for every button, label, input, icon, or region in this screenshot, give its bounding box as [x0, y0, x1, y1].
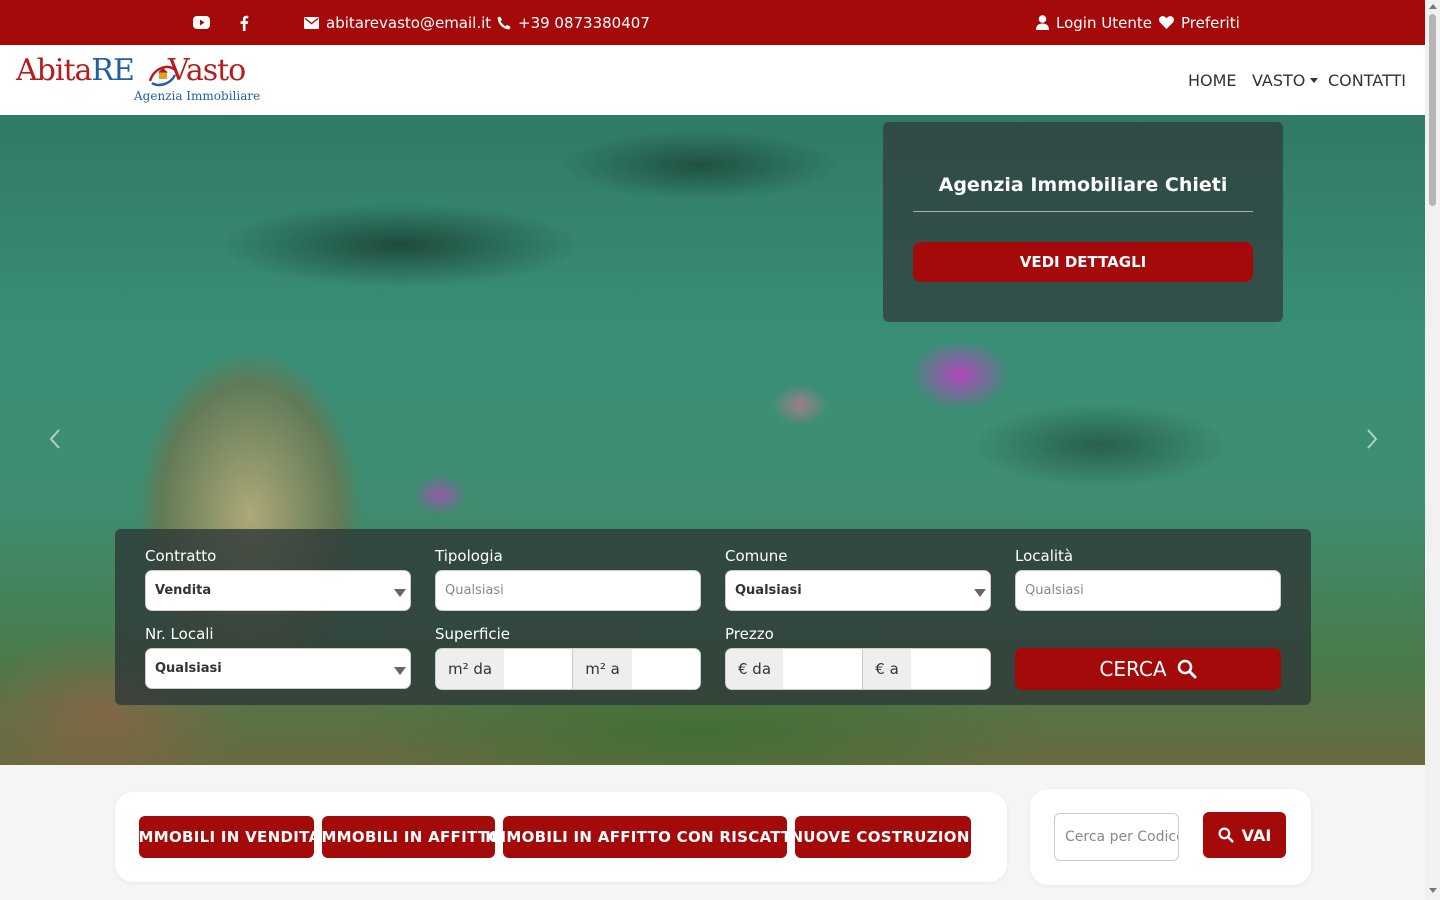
login-text: Login Utente — [1056, 13, 1152, 32]
phone-link[interactable]: +39 0873380407 — [497, 0, 650, 45]
phone-text: +39 0873380407 — [518, 13, 650, 32]
locali-value: Qualsiasi — [155, 661, 222, 676]
email-text: abitarevasto@email.it — [326, 13, 492, 32]
code-search-panel: Cerca per Codice VAI — [1030, 789, 1311, 885]
superficie-to-input[interactable] — [631, 649, 700, 689]
nuove-costruzioni-button[interactable]: NUOVE COSTRUZIONI — [790, 816, 975, 858]
localita-input[interactable]: Qualsiasi — [1015, 570, 1281, 611]
dropdown-arrow-icon — [974, 589, 986, 597]
superficie-range: m² da m² a — [435, 648, 701, 690]
youtube-link[interactable] — [193, 0, 210, 45]
prezzo-to-addon: € a — [863, 649, 911, 689]
contratto-select[interactable]: Vendita — [145, 570, 411, 611]
favorites-link[interactable]: Preferiti — [1159, 0, 1240, 45]
slider-prev-button[interactable] — [46, 427, 66, 451]
caret-down-icon — [1310, 77, 1319, 83]
prezzo-range: € da € a — [725, 648, 991, 690]
envelope-icon — [304, 16, 319, 29]
tipologia-input[interactable]: Qualsiasi — [435, 570, 701, 611]
nav-vasto[interactable]: VASTO — [1252, 45, 1319, 115]
search-icon — [1177, 659, 1197, 679]
facebook-link[interactable] — [239, 0, 249, 45]
dropdown-arrow-icon — [394, 589, 406, 597]
logo-subtitle: Agenzia Immobiliare — [134, 89, 261, 103]
comune-select[interactable]: Qualsiasi — [725, 570, 991, 611]
chevron-left-icon — [49, 429, 60, 449]
scroll-up-arrow-icon[interactable] — [1429, 4, 1437, 9]
promo-card: Agenzia Immobiliare Chieti VEDI DETTAGLI — [883, 122, 1283, 322]
favorites-text: Preferiti — [1181, 13, 1240, 32]
user-icon — [1036, 15, 1049, 30]
vai-button[interactable]: VAI — [1203, 812, 1286, 858]
nav-contatti[interactable]: CONTATTI — [1328, 45, 1406, 115]
search-icon — [1218, 827, 1234, 843]
page-scrollbar[interactable] — [1425, 0, 1440, 900]
superficie-from-addon: m² da — [436, 649, 505, 689]
prezzo-to-input[interactable] — [910, 649, 990, 689]
superficie-from-input[interactable] — [504, 649, 573, 689]
vedi-dettagli-button[interactable]: VEDI DETTAGLI — [913, 242, 1253, 282]
cerca-button[interactable]: CERCA — [1015, 648, 1281, 690]
search-panel: Contratto Vendita Tipologia Qualsiasi Co… — [115, 529, 1311, 705]
contratto-label: Contratto — [145, 547, 217, 565]
heart-icon — [1159, 16, 1174, 29]
immobili-vendita-button[interactable]: IMMOBILI IN VENDITA — [133, 816, 320, 858]
hero-slider: Agenzia Immobiliare Chieti VEDI DETTAGLI… — [0, 115, 1425, 765]
superficie-label: Superficie — [435, 625, 511, 643]
cerca-label: CERCA — [1099, 657, 1167, 681]
chevron-right-icon — [1367, 429, 1378, 449]
prezzo-from-addon: € da — [726, 649, 784, 689]
prezzo-label: Prezzo — [725, 625, 774, 643]
immobili-riscatto-button[interactable]: IMMOBILI IN AFFITTO CON RISCATTO — [485, 816, 804, 858]
dropdown-arrow-icon — [394, 667, 406, 675]
prezzo-from-input[interactable] — [783, 649, 863, 689]
tipologia-label: Tipologia — [435, 547, 503, 565]
promo-divider — [913, 211, 1253, 212]
locali-select[interactable]: Qualsiasi — [145, 648, 411, 689]
site-header: AbitaRE Vasto Agenzia Immobiliare HOME VA… — [0, 45, 1425, 115]
email-link[interactable]: abitarevasto@email.it — [304, 0, 491, 45]
comune-value: Qualsiasi — [735, 583, 802, 598]
nav-vasto-label: VASTO — [1252, 70, 1306, 90]
logo-wordmark: AbitaRE Vasto — [16, 53, 246, 88]
superficie-to-addon: m² a — [573, 649, 632, 689]
login-link[interactable]: Login Utente — [1036, 0, 1152, 45]
phone-icon — [497, 16, 511, 29]
scroll-down-arrow-icon[interactable] — [1429, 888, 1437, 893]
contratto-value: Vendita — [155, 583, 212, 598]
code-search-input[interactable]: Cerca per Codice — [1054, 813, 1179, 861]
site-logo[interactable]: AbitaRE Vasto Agenzia Immobiliare — [16, 53, 260, 109]
promo-title: Agenzia Immobiliare Chieti — [938, 174, 1228, 196]
vai-label: VAI — [1241, 825, 1272, 845]
youtube-icon — [193, 16, 210, 29]
comune-label: Comune — [725, 547, 788, 565]
nav-home[interactable]: HOME — [1188, 45, 1237, 115]
localita-label: Località — [1015, 547, 1074, 565]
scrollbar-thumb[interactable] — [1429, 14, 1436, 206]
house-swoosh-icon — [148, 65, 177, 87]
top-bar: abitarevasto@email.it +39 0873380407 Log… — [0, 0, 1425, 45]
immobili-affitto-button[interactable]: IMMOBILI IN AFFITTO — [316, 816, 501, 858]
slider-next-button[interactable] — [1361, 427, 1381, 451]
facebook-icon — [240, 15, 249, 31]
quick-links-panel: IMMOBILI IN VENDITA IMMOBILI IN AFFITTO … — [115, 792, 1007, 882]
locali-label: Nr. Locali — [145, 625, 214, 643]
